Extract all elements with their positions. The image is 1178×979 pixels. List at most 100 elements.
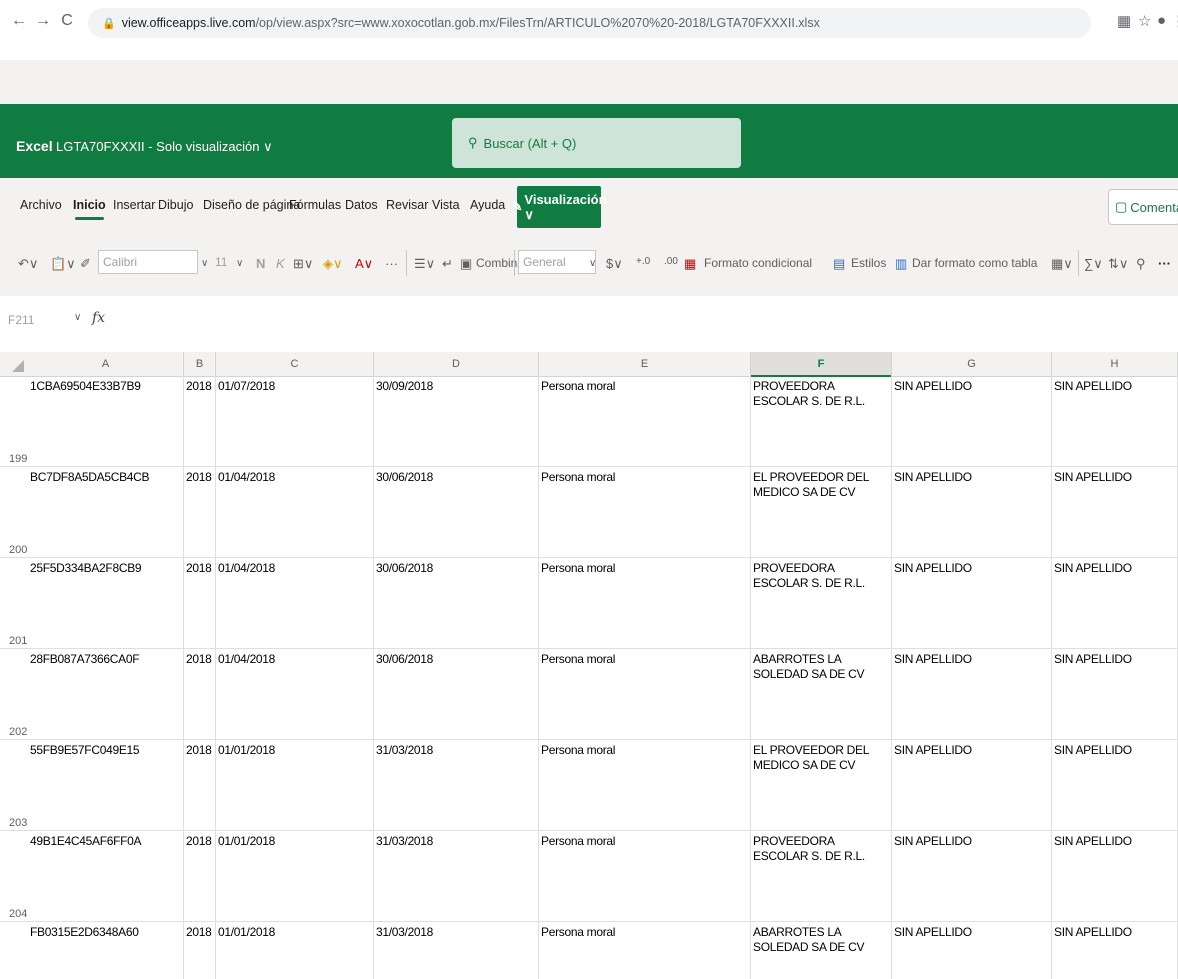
cell-a[interactable]: 25F5D334BA2F8CB9 bbox=[28, 558, 184, 649]
cell-h[interactable]: SIN APELLIDO bbox=[1052, 649, 1178, 740]
cell-a[interactable]: FB0315E2D6348A60 bbox=[28, 922, 184, 979]
more-options-button[interactable]: ··· bbox=[1158, 256, 1171, 271]
conditional-format-label[interactable]: Formato condicional bbox=[704, 256, 812, 270]
cell-f[interactable]: PROVEEDORA ESCOLAR S. DE R.L. bbox=[751, 831, 892, 922]
profile-icon[interactable]: ● bbox=[1157, 12, 1166, 29]
column-header-c[interactable]: C bbox=[216, 352, 374, 376]
column-header-h[interactable]: H bbox=[1052, 352, 1178, 376]
cell-b[interactable]: 2018 bbox=[184, 467, 216, 558]
number-format-chevron-icon[interactable]: ∨ bbox=[589, 258, 596, 269]
column-header-f[interactable]: F bbox=[751, 352, 892, 377]
cell-d[interactable]: 30/09/2018 bbox=[374, 376, 539, 467]
star-icon[interactable]: ☆ bbox=[1138, 12, 1151, 30]
tab-insertar[interactable]: Insertar bbox=[113, 198, 155, 212]
row-header[interactable] bbox=[0, 922, 28, 979]
cell-f[interactable]: PROVEEDORA ESCOLAR S. DE R.L. bbox=[751, 558, 892, 649]
cell-e[interactable]: Persona moral bbox=[539, 376, 751, 467]
cell-b[interactable]: 2018 bbox=[184, 649, 216, 740]
wrap-text-icon[interactable]: ↵ bbox=[442, 256, 453, 272]
tab-dibujo[interactable]: Dibujo bbox=[158, 198, 193, 212]
row-header[interactable]: 200 bbox=[0, 467, 28, 558]
cell-f[interactable]: ABARROTES LA SOLEDAD SA DE CV bbox=[751, 649, 892, 740]
cell-a[interactable]: BC7DF8A5DA5CB4CB bbox=[28, 467, 184, 558]
cells-icon[interactable]: ▦∨ bbox=[1051, 256, 1073, 272]
cell-a[interactable]: 49B1E4C45AF6FF0A bbox=[28, 831, 184, 922]
address-bar[interactable]: 🔒 view.officeapps.live.com/op/view.aspx?… bbox=[88, 8, 1091, 38]
cell-h[interactable]: SIN APELLIDO bbox=[1052, 922, 1178, 979]
tab-revisar[interactable]: Revisar bbox=[386, 198, 428, 212]
row-header[interactable]: 204 bbox=[0, 831, 28, 922]
italic-button[interactable]: K bbox=[276, 256, 285, 271]
decrease-decimal-icon[interactable]: .00 bbox=[664, 256, 678, 267]
forward-icon[interactable]: → bbox=[34, 12, 52, 30]
tab-ayuda[interactable]: Ayuda bbox=[470, 198, 505, 212]
cell-d[interactable]: 31/03/2018 bbox=[374, 922, 539, 979]
cell-g[interactable]: SIN APELLIDO bbox=[892, 740, 1052, 831]
format-painter-icon[interactable]: ✐ bbox=[80, 256, 91, 272]
borders-icon[interactable]: ⊞∨ bbox=[293, 256, 313, 272]
cell-a[interactable]: 1CBA69504E33B7B9 bbox=[28, 376, 184, 467]
cell-d[interactable]: 30/06/2018 bbox=[374, 649, 539, 740]
font-size-select[interactable]: 11 bbox=[211, 250, 239, 274]
font-name-select[interactable]: Calibri bbox=[98, 250, 198, 274]
table-format-label[interactable]: Dar formato como tabla bbox=[912, 256, 1037, 270]
cell-g[interactable]: SIN APELLIDO bbox=[892, 922, 1052, 979]
align-icon[interactable]: ☰∨ bbox=[414, 256, 435, 272]
comments-button[interactable]: ▢ Comentarios bbox=[1108, 189, 1178, 225]
row-header[interactable]: 202 bbox=[0, 649, 28, 740]
cell-c[interactable]: 01/04/2018 bbox=[216, 467, 374, 558]
cell-b[interactable]: 2018 bbox=[184, 922, 216, 979]
tab-archivo[interactable]: Archivo bbox=[20, 198, 62, 212]
tab-diseno-pagina[interactable]: Diseño de página bbox=[203, 198, 300, 212]
select-all-corner[interactable] bbox=[0, 352, 28, 376]
cell-g[interactable]: SIN APELLIDO bbox=[892, 649, 1052, 740]
paste-icon[interactable]: 📋∨ bbox=[50, 256, 76, 272]
more-font-icon[interactable]: ··· bbox=[385, 256, 398, 271]
currency-icon[interactable]: $∨ bbox=[606, 256, 623, 272]
cell-b[interactable]: 2018 bbox=[184, 376, 216, 467]
column-header-e[interactable]: E bbox=[539, 352, 751, 376]
cell-d[interactable]: 31/03/2018 bbox=[374, 740, 539, 831]
font-size-chevron-icon[interactable]: ∨ bbox=[236, 258, 243, 269]
back-icon[interactable]: ← bbox=[10, 12, 28, 30]
cell-e[interactable]: Persona moral bbox=[539, 649, 751, 740]
fill-color-icon[interactable]: ◈∨ bbox=[323, 256, 343, 272]
styles-icon[interactable]: ▤ bbox=[833, 256, 845, 272]
cell-d[interactable]: 30/06/2018 bbox=[374, 467, 539, 558]
cell-e[interactable]: Persona moral bbox=[539, 740, 751, 831]
search-input[interactable]: ⚲ Buscar (Alt + Q) bbox=[452, 118, 741, 168]
cell-g[interactable]: SIN APELLIDO bbox=[892, 831, 1052, 922]
cell-g[interactable]: SIN APELLIDO bbox=[892, 376, 1052, 467]
cell-h[interactable]: SIN APELLIDO bbox=[1052, 467, 1178, 558]
font-color-icon[interactable]: A∨ bbox=[355, 256, 373, 272]
cell-f[interactable]: EL PROVEEDOR DEL MEDICO SA DE CV bbox=[751, 467, 892, 558]
find-icon[interactable]: ⚲ bbox=[1136, 256, 1146, 272]
cell-f[interactable]: PROVEEDORA ESCOLAR S. DE R.L. bbox=[751, 376, 892, 467]
reload-icon[interactable]: C bbox=[58, 12, 76, 30]
cell-e[interactable]: Persona moral bbox=[539, 831, 751, 922]
cell-b[interactable]: 2018 bbox=[184, 740, 216, 831]
conditional-format-icon[interactable]: ▦ bbox=[684, 256, 696, 272]
name-box[interactable]: F211 bbox=[8, 313, 34, 327]
cell-a[interactable]: 28FB087A7366CA0F bbox=[28, 649, 184, 740]
cell-g[interactable]: SIN APELLIDO bbox=[892, 467, 1052, 558]
column-header-g[interactable]: G bbox=[892, 352, 1052, 376]
cell-c[interactable]: 01/04/2018 bbox=[216, 649, 374, 740]
cell-b[interactable]: 2018 bbox=[184, 558, 216, 649]
row-header[interactable]: 199 bbox=[0, 376, 28, 467]
cell-c[interactable]: 01/01/2018 bbox=[216, 740, 374, 831]
cell-e[interactable]: Persona moral bbox=[539, 558, 751, 649]
cell-g[interactable]: SIN APELLIDO bbox=[892, 558, 1052, 649]
sum-icon[interactable]: ∑∨ bbox=[1084, 256, 1103, 272]
bold-button[interactable]: N bbox=[256, 256, 265, 271]
cell-a[interactable]: 55FB9E57FC049E15 bbox=[28, 740, 184, 831]
row-header[interactable]: 201 bbox=[0, 558, 28, 649]
sort-filter-icon[interactable]: ⇅∨ bbox=[1108, 256, 1128, 272]
cell-h[interactable]: SIN APELLIDO bbox=[1052, 740, 1178, 831]
cell-c[interactable]: 01/01/2018 bbox=[216, 831, 374, 922]
view-mode-button[interactable]: ✎ Visualización ∨ bbox=[511, 186, 607, 228]
column-header-a[interactable]: A bbox=[28, 352, 184, 376]
cell-b[interactable]: 2018 bbox=[184, 831, 216, 922]
cell-f[interactable]: ABARROTES LA SOLEDAD SA DE CV bbox=[751, 922, 892, 979]
column-header-b[interactable]: B bbox=[184, 352, 216, 376]
